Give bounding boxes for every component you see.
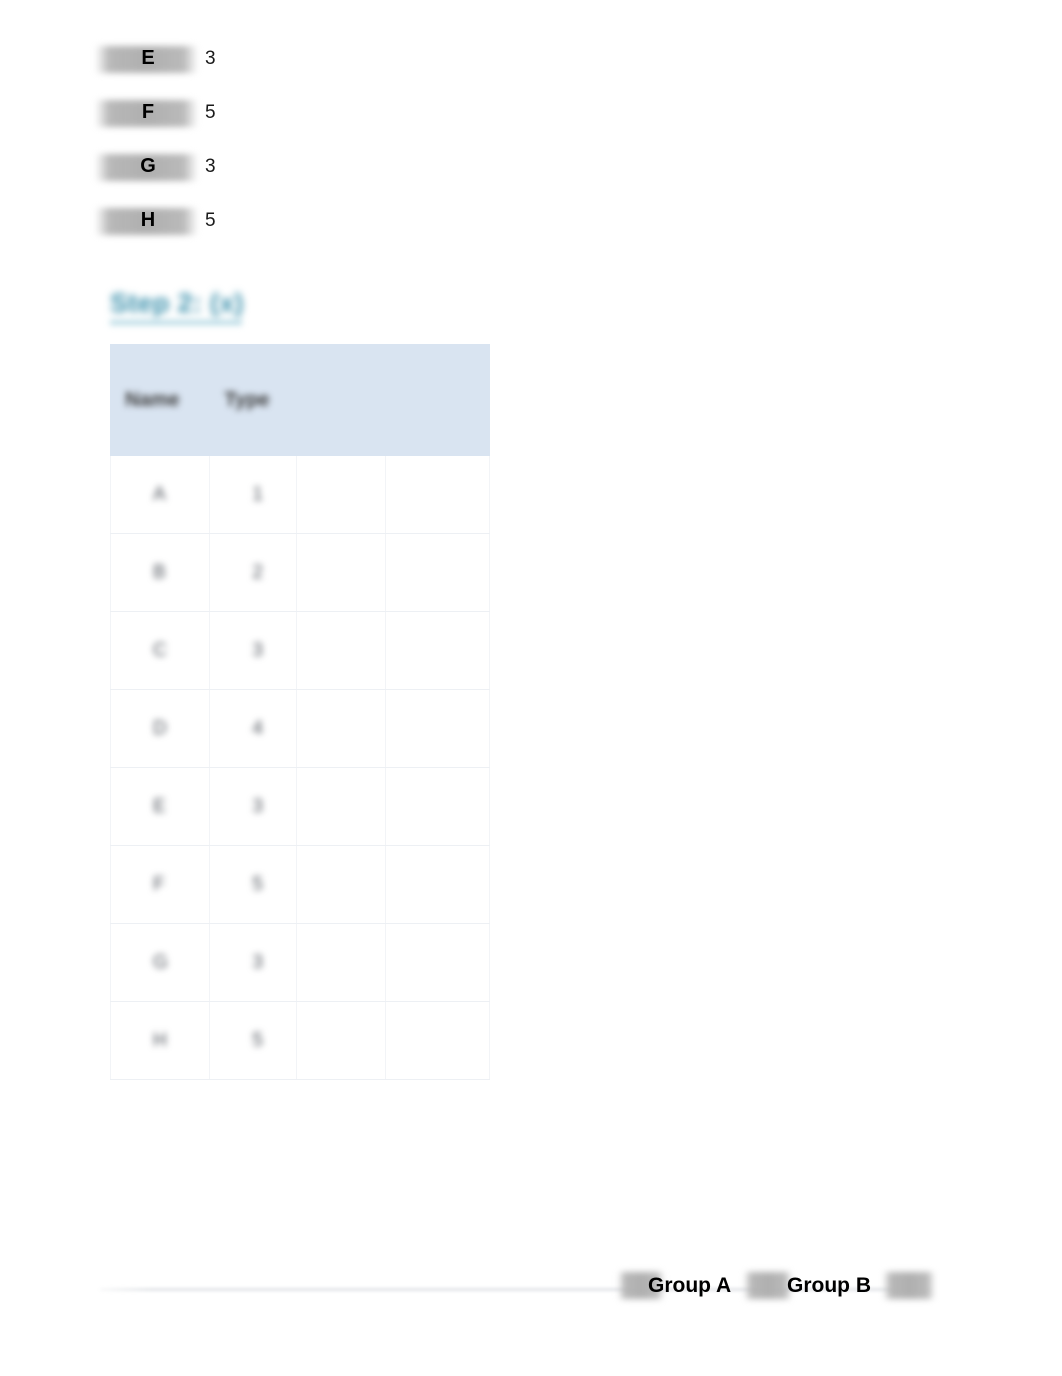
cell-four <box>384 455 490 534</box>
list-item-label: G <box>140 155 156 177</box>
cell-value: 3 <box>252 951 263 973</box>
cell-three <box>296 767 386 846</box>
cell-type: 3 <box>209 767 298 846</box>
cell-four <box>384 923 490 1002</box>
list-item-value: 5 <box>205 102 216 123</box>
list-item-value: 3 <box>205 156 216 177</box>
cell-name: C <box>109 611 211 690</box>
column-header-name[interactable]: Name <box>109 344 211 456</box>
cell-value: H <box>153 1029 167 1051</box>
table-head: Name Type <box>109 344 490 456</box>
cell-four <box>384 767 490 846</box>
cell-value: G <box>153 951 168 973</box>
cell-three <box>296 455 386 534</box>
table-row: C 3 <box>109 611 490 690</box>
footer-group-b-label: Group B <box>787 1274 871 1297</box>
redaction-bar <box>744 1272 792 1299</box>
table-header-row: Name Type <box>109 344 490 456</box>
cell-name: B <box>109 533 211 612</box>
heading-underline <box>110 320 242 325</box>
column-header-three[interactable] <box>296 344 386 456</box>
cell-three <box>296 611 386 690</box>
redaction-bar <box>883 1272 935 1299</box>
cell-type: 1 <box>209 455 298 534</box>
cell-value: B <box>153 561 166 583</box>
cell-type: 2 <box>209 533 298 612</box>
column-header-four[interactable] <box>384 344 490 456</box>
cell-type: 4 <box>209 689 298 768</box>
table-row: E 3 <box>109 767 490 846</box>
column-header-type[interactable]: Type <box>209 344 298 456</box>
section-heading: Step 2: (x) <box>110 288 244 318</box>
cell-value: 5 <box>252 873 263 895</box>
cell-three <box>296 923 386 1002</box>
cell-name: E <box>109 767 211 846</box>
cell-name: H <box>109 1001 211 1080</box>
cell-value: 3 <box>252 795 263 817</box>
cell-type: 5 <box>209 845 298 924</box>
data-table: Name Type A 1 B 2 C 3 D 4 E 3 F 5 G 3 H … <box>109 344 490 1080</box>
cell-three <box>296 689 386 768</box>
cell-type: 3 <box>209 923 298 1002</box>
cell-type: 5 <box>209 1001 298 1080</box>
cell-value: E <box>153 795 166 817</box>
cell-name: D <box>109 689 211 768</box>
cell-value: 4 <box>252 717 263 739</box>
list-item: H 5 <box>95 200 495 254</box>
list-item: F 5 <box>95 92 495 146</box>
cell-value: D <box>153 717 167 739</box>
cell-three <box>296 1001 386 1080</box>
table-row: A 1 <box>109 455 490 534</box>
cell-value: 2 <box>252 561 263 583</box>
cell-value: C <box>153 639 167 661</box>
cell-value: 1 <box>252 483 263 505</box>
list-item-value: 3 <box>205 48 216 69</box>
cell-four <box>384 845 490 924</box>
document-page: E 3 F 5 G 3 H 5 Step 2: (x) Name Type A … <box>0 0 1062 1376</box>
cell-value: 5 <box>252 1029 263 1051</box>
cell-name: G <box>109 923 211 1002</box>
cell-four <box>384 533 490 612</box>
cell-value: F <box>153 873 165 895</box>
table-body: A 1 B 2 C 3 D 4 E 3 F 5 G 3 H 5 <box>109 455 490 1080</box>
list-item-label: E <box>141 47 155 69</box>
column-header-label: Name <box>125 388 180 411</box>
cell-type: 3 <box>209 611 298 690</box>
cell-four <box>384 611 490 690</box>
cell-name: F <box>109 845 211 924</box>
cell-three <box>296 533 386 612</box>
cell-name: A <box>109 455 211 534</box>
table-row: D 4 <box>109 689 490 768</box>
list-item-label: F <box>141 101 155 123</box>
lettered-list: E 3 F 5 G 3 H 5 <box>95 38 495 254</box>
list-item: E 3 <box>95 38 495 92</box>
cell-four <box>384 1001 490 1080</box>
list-item: G 3 <box>95 146 495 200</box>
list-item-value: 5 <box>205 210 216 231</box>
footer-group-a-label: Group A <box>648 1274 732 1297</box>
list-item-label: H <box>140 209 156 231</box>
table-row: F 5 <box>109 845 490 924</box>
cell-value: 3 <box>252 639 263 661</box>
table-row: H 5 <box>109 1001 490 1080</box>
cell-value: A <box>153 483 166 505</box>
cell-four <box>384 689 490 768</box>
cell-three <box>296 845 386 924</box>
table-row: G 3 <box>109 923 490 1002</box>
table-row: B 2 <box>109 533 490 612</box>
column-header-label: Type <box>224 388 270 411</box>
footer: Group A Group B <box>618 1268 935 1304</box>
